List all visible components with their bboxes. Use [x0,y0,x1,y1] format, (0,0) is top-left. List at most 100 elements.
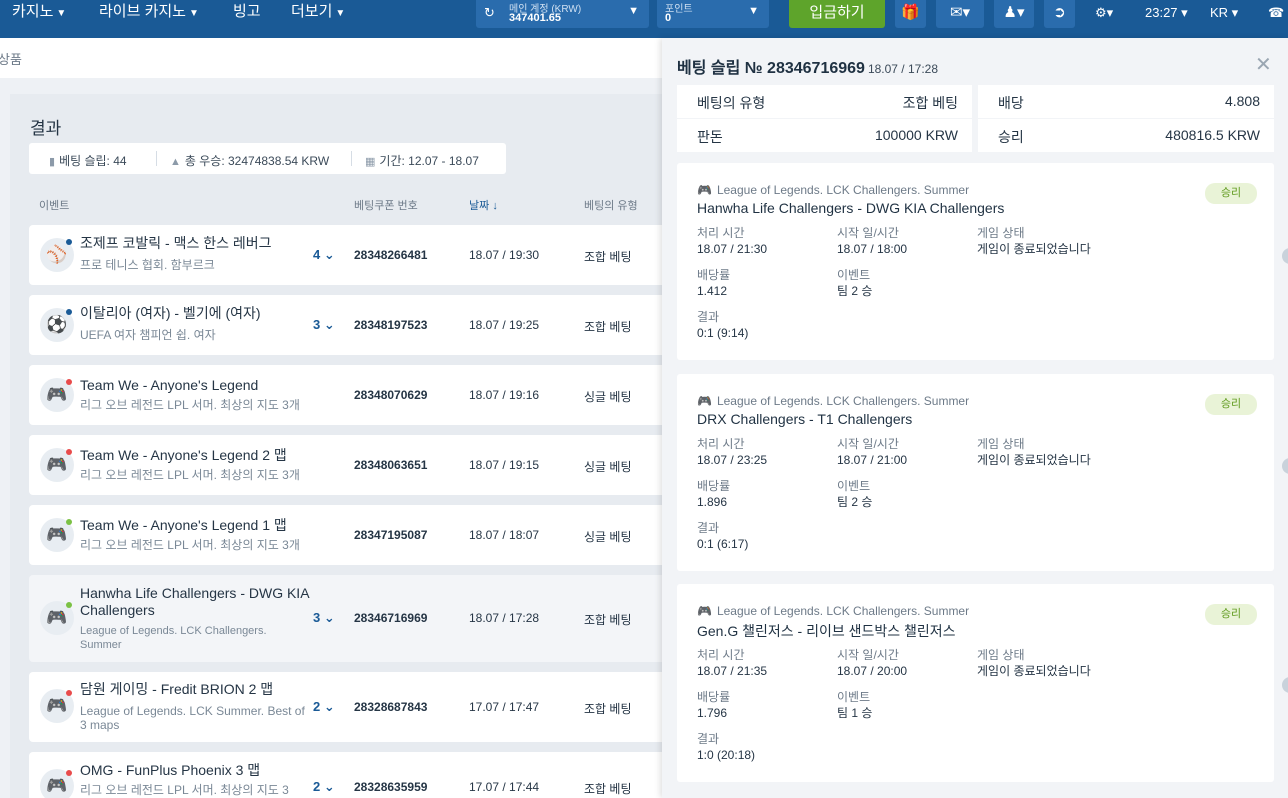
field-value: 18.07 / 20:00 [837,664,908,678]
event-name: 담원 게이밍 - Fredit BRION 2 맵 [80,681,274,697]
event-name: OMG - FunPlus Phoenix 3 맵 [80,762,261,778]
card-league: 🎮 League of Legends. LCK Challengers. Sum… [697,183,969,197]
col-type: 베팅의 유형 [584,200,638,212]
event-league: UEFA 여자 챔피언 쉽. 여자 [80,328,216,342]
table-row[interactable]: ⚾ 조제프 코발릭 - 맥스 한스 레버그 프로 테니스 협회. 함부르크 4 … [29,225,669,285]
deposit-button[interactable]: 입금하기 [789,0,885,28]
summary-key: 판돈 [697,129,723,145]
field-key: 시작 일/시간 [837,437,899,451]
points-selector[interactable]: 포인트 0 ▼ [657,0,769,28]
sort-down-icon: ↓ [492,200,498,212]
settings-icon[interactable]: ⚙▾ [1095,0,1131,28]
event-league: League of Legends. LCK Summer. Best of 3… [80,704,305,732]
bet-card: 🎮 League of Legends. LCK Challengers. Sum… [677,163,1274,360]
expand-toggle[interactable]: 3 ⌄ [313,610,335,626]
status-badge: 승리 [1205,604,1257,625]
chevron-down-icon: ▼ [628,5,639,17]
field-key: 시작 일/시간 [837,226,899,240]
language-selector[interactable]: KR ▾ [1210,0,1250,28]
panel-title: 베팅 슬립 № 28346716969 18.07 / 17:28 [677,54,938,78]
calendar-icon: ▦ [365,156,376,168]
field-key: 배당률 [697,690,731,704]
field-odds: 배당률 1.896 [697,478,730,510]
event-name: Team We - Anyone's Legend 2 맵 [80,447,287,463]
gift-icon[interactable]: 🎁 [895,0,926,28]
field-status: 게임 상태 게임이 종료되었습니다 [977,647,1091,679]
bet-type: 싱글 베팅 [584,460,632,474]
nav-more[interactable]: 더보기 ▼ [291,0,345,26]
table-row[interactable]: 🎮 Team We - Anyone's Legend 2 맵 리그 오브 레전… [29,435,669,495]
status-dot [66,770,72,776]
field-key: 게임 상태 [977,648,1025,662]
table-row[interactable]: 🎮 Team We - Anyone's Legend 1 맵 리그 오브 레전… [29,505,669,565]
breadcrumb-text[interactable]: 상품 [0,49,22,68]
ticket-icon: ▮ [49,156,56,168]
chevron-down-icon: ▼ [335,8,346,19]
field-value: 1.896 [697,495,728,509]
status-badge: 승리 [1205,394,1257,415]
field-event: 이벤트 팀 2 승 [837,478,872,510]
field-value: 18.07 / 23:25 [697,453,768,467]
account-selector[interactable]: ↻ 메인 계정 (KRW) 347401.65 ▼ [476,0,649,28]
nav-bingo[interactable]: 빙고 [233,0,261,26]
user-icon[interactable]: ♟▾ [994,0,1034,28]
expand-toggle[interactable]: 2 ⌄ [313,699,335,715]
refresh-icon[interactable]: ↻ [484,5,495,21]
coupon-number: 28348197523 [354,318,428,332]
expand-toggle[interactable]: 2 ⌄ [313,779,335,795]
nav-casino[interactable]: 카지노 ▼ [12,0,66,26]
bet-slip-panel: 베팅 슬립 № 28346716969 18.07 / 17:28 ✕ 베팅의 유… [662,38,1288,798]
expand-toggle[interactable]: 3 ⌄ [313,317,335,333]
field-result: 결과 0:1 (9:14) [697,309,748,341]
gamepad-icon: 🎮 [697,394,712,408]
coupon-number: 28348266481 [354,248,428,262]
stat-slips-text: 베팅 슬립: 44 [59,154,127,168]
summary-value: 4.808 [1224,93,1260,109]
col-date[interactable]: 날짜 ↓ [469,197,498,213]
col-date-label: 날짜 [469,200,490,212]
field-key: 처리 시간 [697,648,745,662]
bet-type: 조합 베팅 [584,320,632,334]
field-value: 1.796 [697,706,728,720]
nav-more-label: 더보기 [291,3,333,20]
table-row[interactable]: 🎮 OMG - FunPlus Phoenix 3 맵 리그 오브 레전드 LP… [29,752,669,798]
table-row[interactable]: 🎮 담원 게이밍 - Fredit BRION 2 맵 League of Le… [29,672,669,742]
status-dot [66,379,72,385]
logout-icon[interactable]: ➲ [1044,0,1075,28]
field-value: 팀 2 승 [837,284,873,298]
card-league-text: League of Legends. LCK Challengers. Summ… [716,183,970,197]
bet-date: 18.07 / 17:28 [469,611,540,625]
card-league: 🎮 League of Legends. LCK Challengers. Sum… [697,394,969,408]
table-row-selected[interactable]: 🎮 Hanwha Life Challengers - DWG KIA Chal… [29,575,669,662]
expand-toggle[interactable]: 4 ⌄ [313,247,335,263]
field-key: 처리 시간 [697,226,745,240]
close-icon[interactable]: ✕ [1255,52,1272,77]
stat-slips: ▮ 베팅 슬립: 44 [49,152,127,169]
mail-icon[interactable]: ✉▾ [936,0,984,28]
time-display[interactable]: 23:27 ▾ [1145,0,1195,28]
field-value: 0:1 (9:14) [697,326,749,340]
points-value: 0 [665,12,672,24]
stat-period[interactable]: ▦ 기간: 12.07 - 18.07 [365,152,479,169]
bet-date: 18.07 / 19:16 [469,388,540,402]
bet-type: 싱글 베팅 [584,530,632,544]
phone-icon[interactable]: ☎ [1268,0,1288,28]
field-key: 처리 시간 [697,437,745,451]
chevron-down-icon: ▼ [748,5,759,17]
time-label: 23:27 [1145,5,1178,20]
nav-live-casino[interactable]: 라이브 카지노 ▼ [99,0,199,26]
summary-key: 승리 [998,129,1024,145]
coupon-number: 28347195087 [354,528,428,542]
field-key: 결과 [697,732,720,746]
bet-date: 18.07 / 18:07 [469,528,540,542]
table-row[interactable]: 🎮 Team We - Anyone's Legend 리그 오브 레전드 LP… [29,365,669,425]
event-name: 이탈리아 (여자) - 벨기에 (여자) [80,305,261,321]
bet-date: 18.07 / 19:15 [469,458,540,472]
breadcrumb: 상품 [0,38,662,78]
summary-odds: 배당 4.808 [978,85,1274,118]
table-row[interactable]: ⚽ 이탈리아 (여자) - 벨기에 (여자) UEFA 여자 챔피언 쉽. 여자… [29,295,669,355]
field-processed: 처리 시간 18.07 / 23:25 [697,436,767,468]
bet-date: 18.07 / 19:30 [469,248,540,262]
bet-date: 17.07 / 17:44 [469,780,540,794]
gamepad-icon: 🎮 [697,604,712,618]
